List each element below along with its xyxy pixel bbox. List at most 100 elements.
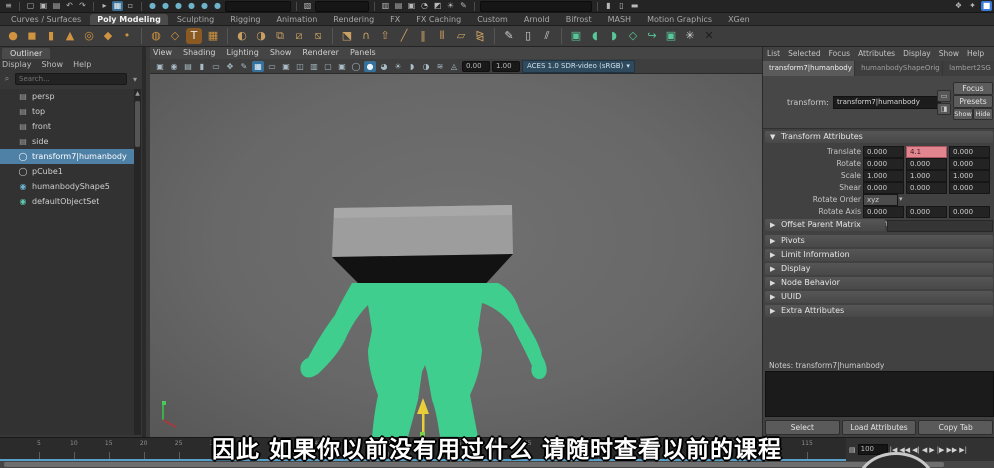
ae-menu-list[interactable]: List [767, 49, 780, 58]
lock-camera-icon[interactable]: ◉ [168, 61, 180, 72]
ae-menu-display[interactable]: Display [903, 49, 931, 58]
shelf-tab-rendering[interactable]: Rendering [326, 14, 381, 25]
snowflake-icon[interactable]: ✳ [682, 28, 698, 44]
curve-warp-icon[interactable]: ↪ [644, 28, 660, 44]
offset-parent-matrix-header[interactable]: ▶ Offset Parent Matrix [765, 219, 885, 231]
snap-curve-icon[interactable]: ● [160, 1, 171, 11]
viewport-menu-show[interactable]: Show [270, 48, 292, 57]
shelf-tab-fx[interactable]: FX [383, 14, 407, 25]
outliner-item[interactable]: ◯ pCube1 [0, 164, 138, 179]
section-node-behavior[interactable]: ▶ Node Behavior [765, 277, 993, 289]
spherize-icon[interactable]: ◇ [625, 28, 641, 44]
poly-cube-icon[interactable]: ◼ [24, 28, 40, 44]
film-gate-icon[interactable]: ▭ [266, 61, 278, 72]
paint-transfer-icon[interactable]: ⫽ [539, 28, 555, 44]
gamma-field[interactable]: 1.00 [492, 60, 520, 72]
field-chart-icon[interactable]: ▥ [308, 61, 320, 72]
cache-status-icon[interactable]: ✦ [967, 1, 978, 11]
ae-tab[interactable]: transform7|humanbody [763, 61, 855, 76]
attr-field[interactable]: 4.1 [906, 146, 947, 158]
symmetry-icon[interactable]: ▣ [663, 28, 679, 44]
shaded-icon[interactable]: ● [364, 60, 376, 72]
attr-field[interactable]: 0.000 [863, 158, 904, 170]
motion-blur-icon[interactable]: ≋ [434, 61, 446, 72]
shelf-tab-rigging[interactable]: Rigging [223, 14, 267, 25]
ipr-render-icon[interactable]: ▣ [406, 1, 417, 11]
attr-field[interactable]: 1.000 [906, 170, 947, 182]
bridge-icon[interactable]: ∩ [358, 28, 374, 44]
scrollbar-thumb[interactable] [135, 101, 140, 147]
menu-collapse-icon[interactable]: ≡ [3, 1, 14, 11]
section-limit-information[interactable]: ▶ Limit Information [765, 249, 993, 261]
insert-edge-loop-icon[interactable]: ‖ [415, 28, 431, 44]
lighting-icon[interactable]: ☀ [445, 1, 456, 11]
attr-field[interactable]: 0.000 [949, 158, 990, 170]
smooth-mesh-icon[interactable]: ▣ [568, 28, 584, 44]
separate-icon[interactable]: ⧄ [291, 28, 307, 44]
delete-history-icon[interactable]: ✕ [701, 28, 717, 44]
status-input-field[interactable] [225, 0, 291, 12]
wireframe-icon[interactable]: ◯ [350, 61, 362, 72]
attr-field[interactable]: 0.000 [949, 146, 990, 158]
construction-history-icon[interactable]: ▧ [302, 1, 313, 11]
ae-menu-focus[interactable]: Focus [829, 49, 850, 58]
poly-sphere-icon[interactable]: ● [5, 28, 21, 44]
section-uuid[interactable]: ▶ UUID [765, 291, 993, 303]
presets-button[interactable]: Presets [953, 95, 993, 108]
section-pivots[interactable]: ▶ Pivots [765, 235, 993, 247]
extract-icon[interactable]: ⧅ [310, 28, 326, 44]
snap-grid-icon[interactable]: ● [147, 1, 158, 11]
make-live-icon[interactable]: ● [212, 1, 223, 11]
hide-button[interactable]: Hide [973, 108, 993, 120]
pin-attributes-icon[interactable]: ▭ [937, 90, 951, 102]
poly-torus-icon[interactable]: ◎ [81, 28, 97, 44]
boolean-difference-icon[interactable]: ◑ [253, 28, 269, 44]
resolution-gate-icon[interactable]: ▣ [280, 61, 292, 72]
outliner-menu-show[interactable]: Show [42, 60, 64, 69]
outliner-scrollbar[interactable]: ▲ [134, 89, 141, 435]
sidebar-channel-box-icon[interactable]: ▬ [629, 1, 640, 11]
attr-field[interactable]: 0.000 [863, 146, 904, 158]
outliner-item[interactable]: ▤ front [0, 119, 138, 134]
ae-menu-attributes[interactable]: Attributes [858, 49, 895, 58]
render-current-frame-icon[interactable]: ▤ [393, 1, 404, 11]
outliner-menu-display[interactable]: Display [2, 60, 32, 69]
attr-field[interactable]: 0.000 [906, 158, 947, 170]
outliner-item[interactable]: ▤ side [0, 134, 138, 149]
2d-pan-zoom-icon[interactable]: ✥ [224, 61, 236, 72]
attr-field[interactable]: 1.000 [949, 170, 990, 182]
viewport-menu-renderer[interactable]: Renderer [302, 48, 339, 57]
multi-cut-icon[interactable]: ╱ [396, 28, 412, 44]
shelf-tab-animation[interactable]: Animation [270, 14, 325, 25]
shelf-tab-bifrost[interactable]: Bifrost [559, 14, 599, 25]
bevel-icon[interactable]: ⬔ [339, 28, 355, 44]
outliner-item[interactable]: ▤ persp [0, 89, 138, 104]
render-view-icon[interactable]: ▥ [380, 1, 391, 11]
boolean-union-icon[interactable]: ◐ [234, 28, 250, 44]
select-component-icon[interactable]: ▫ [125, 1, 136, 11]
ae-menu-help[interactable]: Help [967, 49, 984, 58]
isolate-select-icon[interactable]: ◬ [448, 61, 460, 72]
combine-icon[interactable]: ⧉ [272, 28, 288, 44]
shelf-tab-fx-caching[interactable]: FX Caching [409, 14, 468, 25]
section-display[interactable]: ▶ Display [765, 263, 993, 275]
shelf-tab-sculpting[interactable]: Sculpting [170, 14, 221, 25]
sidebar-tool-settings-icon[interactable]: ▯ [616, 1, 627, 11]
shadows-icon[interactable]: ◗ [406, 61, 418, 72]
attr-field[interactable]: 0.000 [906, 182, 947, 194]
view-transform-dropdown[interactable]: ACES 1.0 SDR-video (sRGB) ▾ [522, 59, 635, 73]
safe-title-icon[interactable]: ▣ [336, 61, 348, 72]
filter-dropdown-icon[interactable]: ▾ [130, 75, 140, 84]
textured-icon[interactable]: ◕ [378, 61, 390, 72]
outliner-item[interactable]: ◉ defaultObjectSet [0, 194, 138, 209]
poly-plane-icon[interactable]: ◆ [100, 28, 116, 44]
safe-action-icon[interactable]: ▢ [322, 61, 334, 72]
shelf-tab-xgen[interactable]: XGen [721, 14, 757, 25]
mirror-icon[interactable]: ⧎ [472, 28, 488, 44]
show-button[interactable]: Show [953, 108, 973, 120]
ae-menu-show[interactable]: Show [939, 49, 959, 58]
ae-menu-selected[interactable]: Selected [788, 49, 821, 58]
ao-icon[interactable]: ◑ [420, 61, 432, 72]
viewport-menu-shading[interactable]: Shading [183, 48, 216, 57]
poly-cylinder-icon[interactable]: ▮ [43, 28, 59, 44]
